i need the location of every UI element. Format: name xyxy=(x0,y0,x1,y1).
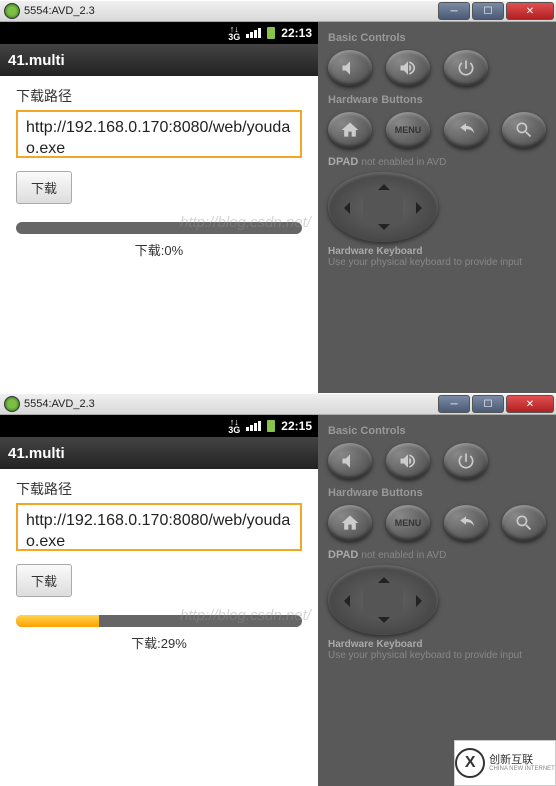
dpad-down-icon[interactable] xyxy=(378,224,390,236)
android-icon xyxy=(4,396,20,412)
dpad-up-icon[interactable] xyxy=(378,178,390,190)
device-screen: ↑↓3G 22:13 41.multi 下载路径 下载 下载:0% http:/… xyxy=(0,22,318,393)
dpad-label: DPAD xyxy=(328,549,358,561)
emulator-side-panel: Basic Controls Hardware Buttons MENU DPA… xyxy=(318,415,556,786)
dpad-label: DPAD xyxy=(328,156,358,168)
progress-bar xyxy=(16,615,302,627)
hardware-keyboard-label: Hardware Keyboard xyxy=(328,639,546,650)
hardware-keyboard-label: Hardware Keyboard xyxy=(328,246,546,257)
minimize-button[interactable]: ─ xyxy=(438,395,470,413)
download-path-label: 下载路径 xyxy=(16,86,302,106)
volume-up-button[interactable] xyxy=(386,443,430,479)
power-button[interactable] xyxy=(444,443,488,479)
dpad-control[interactable] xyxy=(328,565,438,635)
device-screen: ↑↓3G 22:15 41.multi 下载路径 下载 下载:29% http:… xyxy=(0,415,318,786)
basic-controls-label: Basic Controls xyxy=(328,425,546,437)
progress-text: 下载:29% xyxy=(16,633,302,652)
dpad-left-icon[interactable] xyxy=(338,202,350,214)
power-button[interactable] xyxy=(444,50,488,86)
window-title: 5554:AVD_2.3 xyxy=(24,398,436,410)
progress-text: 下载:0% xyxy=(16,240,302,259)
dpad-note: not enabled in AVD xyxy=(361,550,446,561)
app-title: 41.multi xyxy=(0,437,318,469)
logo-sub: CHINA NEW INTERNET xyxy=(489,766,555,772)
android-status-bar: ↑↓3G 22:15 xyxy=(0,415,318,437)
download-button[interactable]: 下载 xyxy=(16,171,72,204)
url-input[interactable] xyxy=(16,503,302,551)
progress-fill xyxy=(16,615,99,627)
hardware-buttons-label: Hardware Buttons xyxy=(328,487,546,499)
emulator-side-panel: Basic Controls Hardware Buttons MENU DPA… xyxy=(318,22,556,393)
emulator-window-1: 5554:AVD_2.3 ─ ☐ ✕ ↑↓3G 22:13 41.multi 下… xyxy=(0,0,556,393)
network-3g-icon: ↑↓3G xyxy=(228,418,240,434)
android-icon xyxy=(4,3,20,19)
volume-down-button[interactable] xyxy=(328,50,372,86)
corner-logo: X 创新互联 CHINA NEW INTERNET xyxy=(454,740,556,786)
android-status-bar: ↑↓3G 22:13 xyxy=(0,22,318,44)
minimize-button[interactable]: ─ xyxy=(438,2,470,20)
window-titlebar[interactable]: 5554:AVD_2.3 ─ ☐ ✕ xyxy=(0,0,556,22)
logo-x-icon: X xyxy=(455,748,485,778)
clock: 22:15 xyxy=(281,419,312,433)
volume-down-button[interactable] xyxy=(328,443,372,479)
window-controls: ─ ☐ ✕ xyxy=(436,2,554,20)
dpad-left-icon[interactable] xyxy=(338,595,350,607)
download-button[interactable]: 下载 xyxy=(16,564,72,597)
network-3g-icon: ↑↓3G xyxy=(228,25,240,41)
dpad-note: not enabled in AVD xyxy=(361,157,446,168)
home-button[interactable] xyxy=(328,505,372,541)
maximize-button[interactable]: ☐ xyxy=(472,2,504,20)
dpad-up-icon[interactable] xyxy=(378,571,390,583)
emulator-window-2: 5554:AVD_2.3 ─ ☐ ✕ ↑↓3G 22:15 41.multi 下… xyxy=(0,393,556,786)
hardware-keyboard-note: Use your physical keyboard to provide in… xyxy=(328,257,546,268)
window-titlebar[interactable]: 5554:AVD_2.3 ─ ☐ ✕ xyxy=(0,393,556,415)
window-title: 5554:AVD_2.3 xyxy=(24,5,436,17)
back-button[interactable] xyxy=(444,112,488,148)
search-button[interactable] xyxy=(502,112,546,148)
dpad-down-icon[interactable] xyxy=(378,617,390,629)
signal-icon xyxy=(246,28,261,38)
logo-brand: 创新互联 xyxy=(489,755,555,766)
dpad-right-icon[interactable] xyxy=(416,202,428,214)
hardware-keyboard-note: Use your physical keyboard to provide in… xyxy=(328,650,546,661)
basic-controls-label: Basic Controls xyxy=(328,32,546,44)
hardware-buttons-label: Hardware Buttons xyxy=(328,94,546,106)
dpad-right-icon[interactable] xyxy=(416,595,428,607)
back-button[interactable] xyxy=(444,505,488,541)
close-button[interactable]: ✕ xyxy=(506,2,554,20)
menu-button[interactable]: MENU xyxy=(386,112,430,148)
signal-icon xyxy=(246,421,261,431)
app-title: 41.multi xyxy=(0,44,318,76)
battery-icon xyxy=(267,27,275,39)
download-path-label: 下载路径 xyxy=(16,479,302,499)
battery-icon xyxy=(267,420,275,432)
maximize-button[interactable]: ☐ xyxy=(472,395,504,413)
close-button[interactable]: ✕ xyxy=(506,395,554,413)
home-button[interactable] xyxy=(328,112,372,148)
dpad-control[interactable] xyxy=(328,172,438,242)
clock: 22:13 xyxy=(281,26,312,40)
search-button[interactable] xyxy=(502,505,546,541)
progress-bar xyxy=(16,222,302,234)
menu-button[interactable]: MENU xyxy=(386,505,430,541)
window-controls: ─ ☐ ✕ xyxy=(436,395,554,413)
url-input[interactable] xyxy=(16,110,302,158)
volume-up-button[interactable] xyxy=(386,50,430,86)
